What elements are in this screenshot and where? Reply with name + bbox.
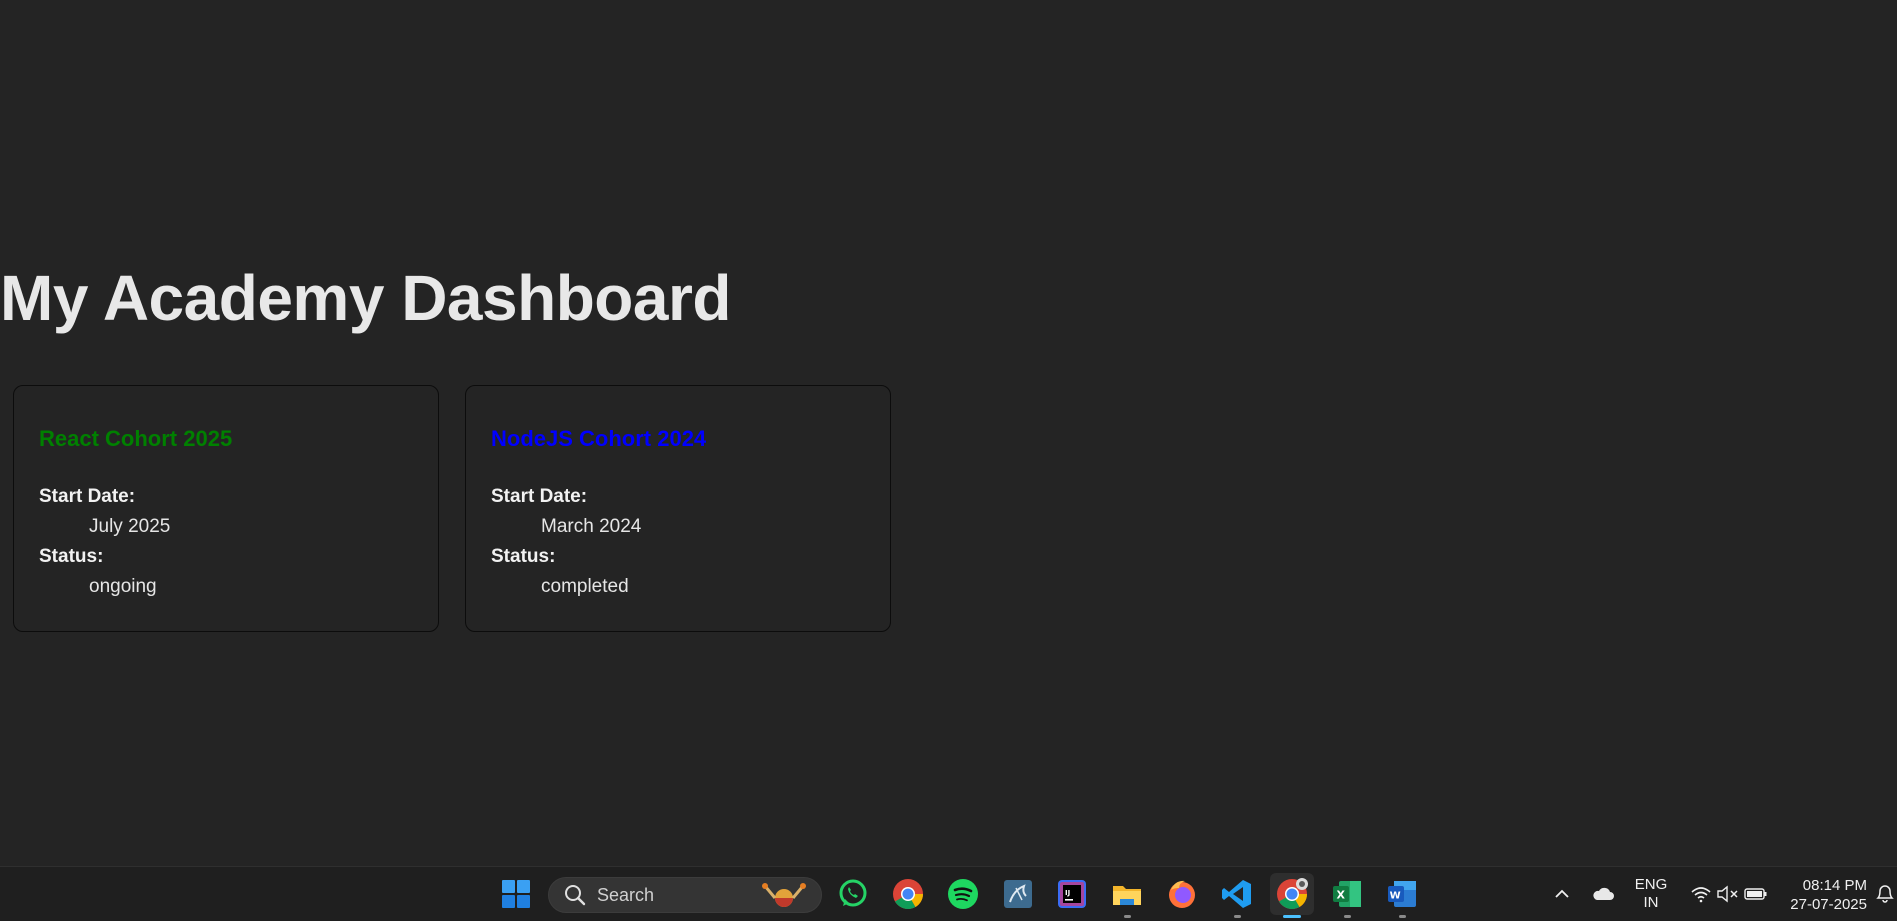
taskbar-search[interactable]: Search xyxy=(548,877,822,913)
notification-bell-icon xyxy=(1876,885,1894,903)
taskbar-vscode[interactable] xyxy=(1215,873,1259,918)
taskbar: Search IJ X W ENG IN 08:14 PM 27-07-2025 xyxy=(0,866,1897,921)
status-value: ongoing xyxy=(89,576,157,597)
running-indicator xyxy=(1234,915,1241,918)
svg-text:IJ: IJ xyxy=(1065,889,1070,897)
start-date-value: March 2024 xyxy=(541,516,642,537)
battery-icon xyxy=(1744,888,1767,900)
clock-date: 27-07-2025 xyxy=(1790,896,1867,913)
volume-muted-icon xyxy=(1717,885,1738,903)
taskbar-word[interactable]: W xyxy=(1380,873,1424,918)
card-title: React Cohort 2025 xyxy=(39,426,233,451)
chrome-icon xyxy=(893,879,923,910)
running-indicator xyxy=(1124,915,1131,918)
status-label: Status: xyxy=(491,546,556,567)
start-date-label: Start Date: xyxy=(39,486,136,507)
browser-viewport: My Academy Dashboard React Cohort 2025 S… xyxy=(0,0,1897,866)
cloud-icon xyxy=(1593,887,1614,900)
show-hidden-icons-button[interactable] xyxy=(1541,873,1583,915)
start-date-value: July 2025 xyxy=(89,516,171,537)
status-value: completed xyxy=(541,576,629,597)
taskbar-mysql-workbench[interactable] xyxy=(996,873,1040,915)
onedrive-button[interactable] xyxy=(1582,873,1624,915)
active-indicator xyxy=(1283,915,1301,918)
cohort-card: React Cohort 2025 Start Date: July 2025 … xyxy=(13,385,439,632)
excel-icon: X xyxy=(1333,881,1361,907)
start-date-label: Start Date: xyxy=(491,486,588,507)
search-icon xyxy=(565,885,586,906)
svg-text:W: W xyxy=(1390,891,1401,902)
start-button[interactable] xyxy=(494,873,538,915)
intellij-icon: IJ xyxy=(1058,880,1086,908)
taskbar-spotify[interactable] xyxy=(941,873,985,915)
search-label: Search xyxy=(597,884,655,905)
taskbar-intellij[interactable]: IJ xyxy=(1050,873,1094,915)
language-line2: IN xyxy=(1643,894,1659,911)
file-explorer-icon xyxy=(1113,886,1141,905)
firefox-icon xyxy=(1169,880,1195,908)
spotify-icon xyxy=(948,879,978,909)
taskbar-excel[interactable]: X xyxy=(1325,873,1369,918)
system-clock[interactable]: 08:14 PM 27-07-2025 xyxy=(1790,876,1867,914)
taskbar-file-explorer[interactable] xyxy=(1105,873,1149,918)
chrome-active-icon xyxy=(1277,878,1308,910)
vscode-icon xyxy=(1222,880,1251,908)
start-icon xyxy=(502,880,530,908)
page-title: My Academy Dashboard xyxy=(0,262,731,334)
card-title: NodeJS Cohort 2024 xyxy=(491,426,707,451)
word-icon: W xyxy=(1388,881,1416,907)
taskbar-firefox[interactable] xyxy=(1160,873,1204,915)
cohort-card: NodeJS Cohort 2024 Start Date: March 202… xyxy=(465,385,891,632)
taskbar-whatsapp[interactable] xyxy=(831,873,875,915)
wifi-icon xyxy=(1691,887,1711,903)
mysql-workbench-icon xyxy=(1004,880,1032,908)
status-label: Status: xyxy=(39,546,104,567)
quick-settings-button[interactable] xyxy=(1684,873,1774,915)
notifications-button[interactable] xyxy=(1874,873,1897,915)
language-line1: ENG xyxy=(1634,876,1668,893)
whatsapp-icon xyxy=(839,879,867,907)
clock-time: 08:14 PM xyxy=(1802,877,1867,894)
taskbar-chrome-active[interactable] xyxy=(1270,873,1314,918)
svg-text:X: X xyxy=(1337,889,1346,902)
running-indicator xyxy=(1344,915,1351,918)
running-indicator xyxy=(1399,915,1406,918)
language-indicator[interactable]: ENG IN xyxy=(1626,876,1676,912)
chevron-up-icon xyxy=(1555,889,1569,898)
taskbar-chrome[interactable] xyxy=(886,873,930,915)
search-highlight-icon xyxy=(762,883,806,907)
